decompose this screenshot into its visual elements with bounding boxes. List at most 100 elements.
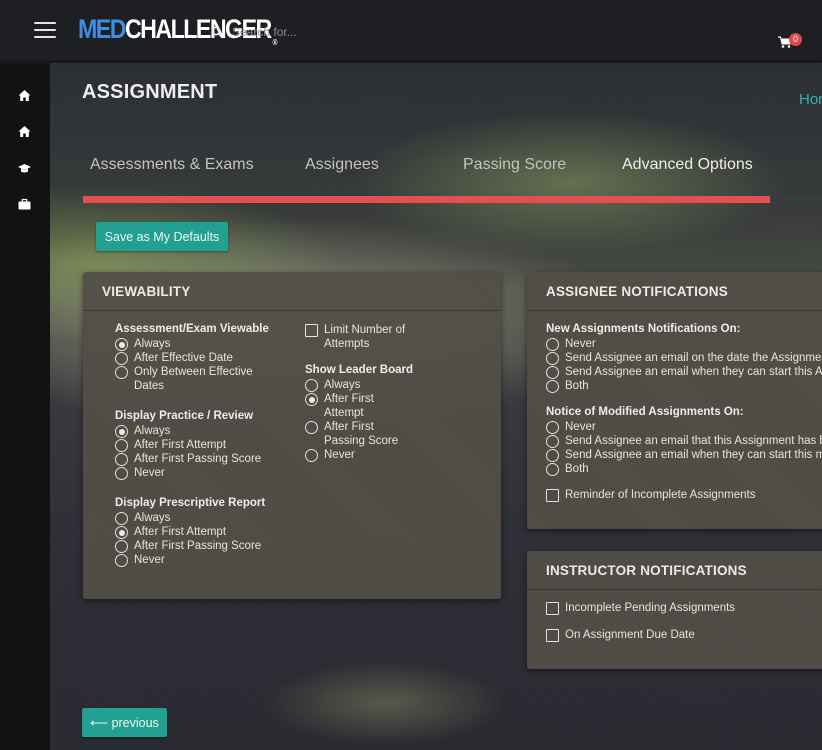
radio-button[interactable] (115, 352, 128, 365)
radio-option[interactable]: After First Attempt (115, 438, 261, 452)
option-label: Reminder of Incomplete Assignments (565, 489, 756, 501)
search-icon[interactable] (211, 26, 223, 38)
home-icon[interactable] (18, 125, 31, 138)
option-label: Attempt (324, 407, 364, 419)
radio-option-continuation: Passing Score (305, 434, 413, 448)
home-icon[interactable] (18, 89, 31, 102)
radio-option[interactable]: After Effective Date (115, 351, 269, 365)
tab-passing-score[interactable]: Passing Score (463, 156, 566, 174)
radio-button[interactable] (546, 366, 559, 379)
radio-button[interactable] (115, 467, 128, 480)
cart-count-badge: 0 (789, 33, 802, 46)
radio-option[interactable]: After First (305, 420, 413, 434)
radio-button[interactable] (546, 352, 559, 365)
radio-button[interactable] (546, 380, 559, 393)
radio-option[interactable]: Both (546, 462, 822, 476)
radio-button[interactable] (305, 421, 318, 434)
incomplete-pending-checkbox[interactable]: Incomplete Pending Assignments (546, 601, 735, 615)
page-title: ASSIGNMENT (82, 81, 218, 103)
practice-review-group: Display Practice / Review Always After F… (115, 410, 261, 480)
radio-button[interactable] (305, 449, 318, 462)
option-label: Send Assignee an email on the date the A… (565, 352, 822, 364)
radio-button[interactable] (546, 435, 559, 448)
tab-assessments-exams[interactable]: Assessments & Exams (90, 156, 254, 174)
radio-button[interactable] (546, 449, 559, 462)
assessment-viewable-group: Assessment/Exam Viewable Always After Ef… (115, 323, 269, 393)
save-as-my-defaults-button[interactable]: Save as My Defaults (96, 222, 228, 251)
wizard-progress-fill (83, 196, 771, 203)
due-date-checkbox[interactable]: On Assignment Due Date (546, 628, 735, 642)
radio-option[interactable]: After First (305, 392, 413, 406)
briefcase-icon[interactable] (18, 198, 31, 211)
prescriptive-report-title: Display Prescriptive Report (115, 497, 266, 509)
radio-option[interactable]: Both (546, 379, 822, 393)
radio-option[interactable]: Only Between Effective (115, 365, 269, 379)
radio-button[interactable] (115, 512, 128, 525)
radio-option[interactable]: Always (115, 511, 265, 525)
wizard-progress-bar (83, 196, 822, 203)
radio-button[interactable] (305, 393, 318, 406)
option-label: After First (324, 421, 374, 433)
radio-option[interactable]: Always (115, 337, 269, 351)
previous-button[interactable]: ⟵ previous (82, 708, 167, 737)
search-input[interactable] (232, 20, 472, 44)
modified-assignments-title: Notice of Modified Assignments On: (546, 406, 744, 418)
option-label: Send Assignee an email when they can sta… (565, 449, 822, 461)
radio-option[interactable]: Send Assignee an email when they can sta… (546, 448, 822, 462)
radio-option[interactable]: Send Assignee an email on the date the A… (546, 351, 822, 365)
radio-option[interactable]: Never (115, 553, 265, 567)
radio-button[interactable] (546, 338, 559, 351)
new-assignments-group: New Assignments Notifications On: Never … (546, 323, 822, 393)
limit-attempts-group: Limit Number of Attempts (305, 323, 405, 351)
radio-option[interactable]: After First Passing Score (115, 539, 265, 553)
checkbox[interactable] (546, 489, 559, 502)
option-label: Send Assignee an email when they can sta… (565, 366, 822, 378)
radio-option[interactable]: Send Assignee an email that this Assignm… (546, 434, 822, 448)
option-label: After First Attempt (134, 526, 227, 538)
radio-button[interactable] (115, 338, 128, 351)
breadcrumb-home-link[interactable]: Hom (799, 91, 822, 108)
radio-option[interactable]: Never (305, 448, 413, 462)
radio-option[interactable]: After First Passing Score (115, 452, 261, 466)
prescriptive-report-group: Display Prescriptive Report Always After… (115, 497, 265, 567)
option-label: After First Passing Score (134, 453, 262, 465)
option-label: Never (565, 338, 596, 350)
checkbox[interactable] (305, 324, 318, 337)
checkbox[interactable] (546, 602, 559, 615)
radio-option[interactable]: Always (115, 424, 261, 438)
radio-option-continuation: Dates (115, 379, 269, 393)
assignee-notifications-panel: ASSIGNEE NOTIFICATIONS New Assignments N… (527, 272, 822, 529)
limit-attempts-checkbox[interactable]: Limit Number of (305, 323, 405, 337)
tab-advanced-options[interactable]: Advanced Options (622, 156, 753, 174)
radio-button[interactable] (115, 425, 128, 438)
reminder-incomplete-checkbox[interactable]: Reminder of Incomplete Assignments (546, 488, 755, 502)
radio-button[interactable] (115, 526, 128, 539)
radio-button[interactable] (115, 366, 128, 379)
main-content: ASSIGNMENT Hom Assessments & Exams Assig… (50, 63, 822, 750)
radio-button[interactable] (546, 421, 559, 434)
checkbox[interactable] (546, 629, 559, 642)
radio-button[interactable] (115, 453, 128, 466)
radio-button[interactable] (115, 439, 128, 452)
graduation-cap-icon[interactable] (18, 162, 31, 175)
radio-button[interactable] (546, 463, 559, 476)
radio-button[interactable] (115, 540, 128, 553)
radio-button[interactable] (115, 554, 128, 567)
radio-option[interactable]: Send Assignee an email when they can sta… (546, 365, 822, 379)
radio-option[interactable]: After First Attempt (115, 525, 265, 539)
option-label: Dates (134, 380, 165, 392)
new-assignments-title: New Assignments Notifications On: (546, 323, 741, 335)
option-label: Always (134, 512, 171, 524)
hamburger-menu-icon[interactable] (34, 22, 56, 38)
option-label: Never (134, 467, 165, 479)
radio-option[interactable]: Always (305, 378, 413, 392)
radio-button[interactable] (305, 379, 318, 392)
radio-option[interactable]: Never (546, 420, 822, 434)
modified-assignments-group: Notice of Modified Assignments On: Never… (546, 406, 822, 476)
logo-med: MED (78, 14, 127, 44)
option-label: Send Assignee an email that this Assignm… (565, 435, 822, 447)
radio-option[interactable]: Never (115, 466, 261, 480)
radio-option-continuation: Attempt (305, 406, 413, 420)
radio-option[interactable]: Never (546, 337, 822, 351)
tab-assignees[interactable]: Assignees (305, 156, 379, 174)
